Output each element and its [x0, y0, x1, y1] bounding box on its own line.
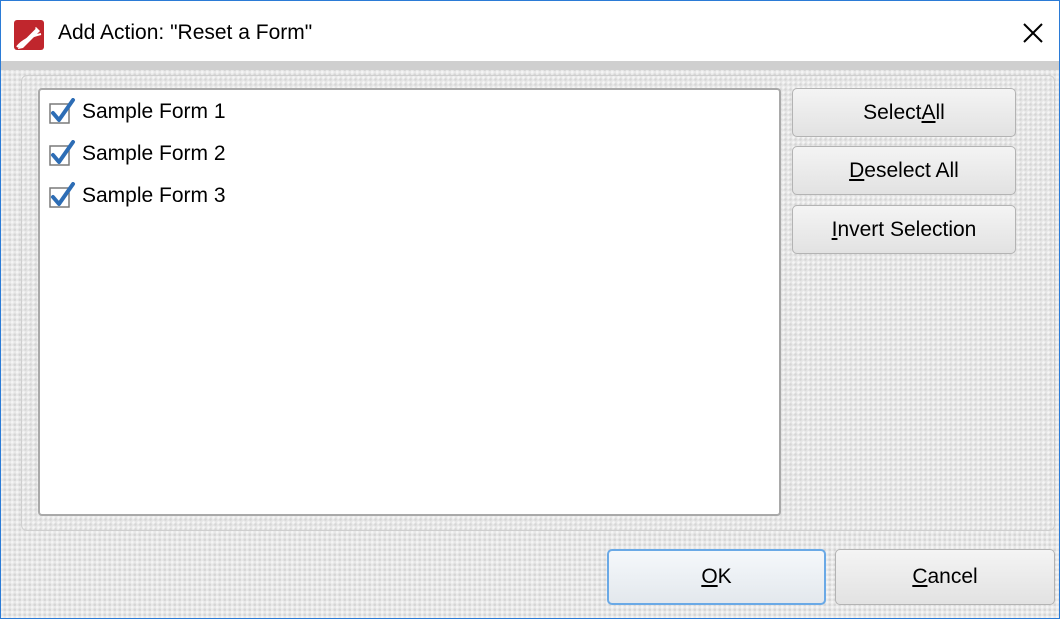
close-icon [1023, 23, 1043, 43]
dialog-window: Add Action: "Reset a Form" Sample Form 1… [0, 0, 1060, 619]
deselect-all-button[interactable]: Deselect All [792, 146, 1016, 195]
list-item-label: Sample Form 1 [82, 100, 226, 123]
list-item-label: Sample Form 3 [82, 184, 226, 207]
header-divider [1, 61, 1059, 70]
mnemonic-char: C [912, 565, 928, 588]
title-bar: Add Action: "Reset a Form" [1, 1, 1059, 61]
list-item-label: Sample Form 2 [82, 142, 226, 165]
button-label-suffix: nvert Selection [837, 217, 977, 241]
cancel-button[interactable]: Cancel [835, 549, 1055, 605]
checkbox-checked-icon[interactable] [48, 98, 76, 126]
button-label-suffix: eselect All [864, 158, 959, 182]
checkbox-checked-icon[interactable] [48, 140, 76, 168]
list-item-sample-form-3[interactable]: Sample Form 3 [48, 180, 226, 212]
list-item-sample-form-2[interactable]: Sample Form 2 [48, 138, 226, 170]
mnemonic-char: A [921, 100, 936, 124]
select-all-button[interactable]: Select All [792, 88, 1016, 137]
invert-selection-button[interactable]: Invert Selection [792, 205, 1016, 254]
button-label-suffix: K [717, 565, 732, 588]
mnemonic-char: O [701, 565, 718, 588]
mnemonic-char: D [849, 158, 865, 182]
pdf-editor-icon [14, 20, 44, 50]
button-label-suffix: ll [935, 100, 945, 124]
list-item-sample-form-1[interactable]: Sample Form 1 [48, 96, 226, 128]
button-label-suffix: ancel [927, 565, 978, 588]
close-button[interactable] [1007, 9, 1059, 57]
forms-listbox[interactable]: Sample Form 1 Sample Form 2 Sample Form … [38, 88, 781, 516]
dialog-title: Add Action: "Reset a Form" [58, 21, 313, 44]
button-label-prefix: Select [863, 100, 922, 124]
ok-button[interactable]: OK [607, 549, 826, 605]
checkbox-checked-icon[interactable] [48, 182, 76, 210]
